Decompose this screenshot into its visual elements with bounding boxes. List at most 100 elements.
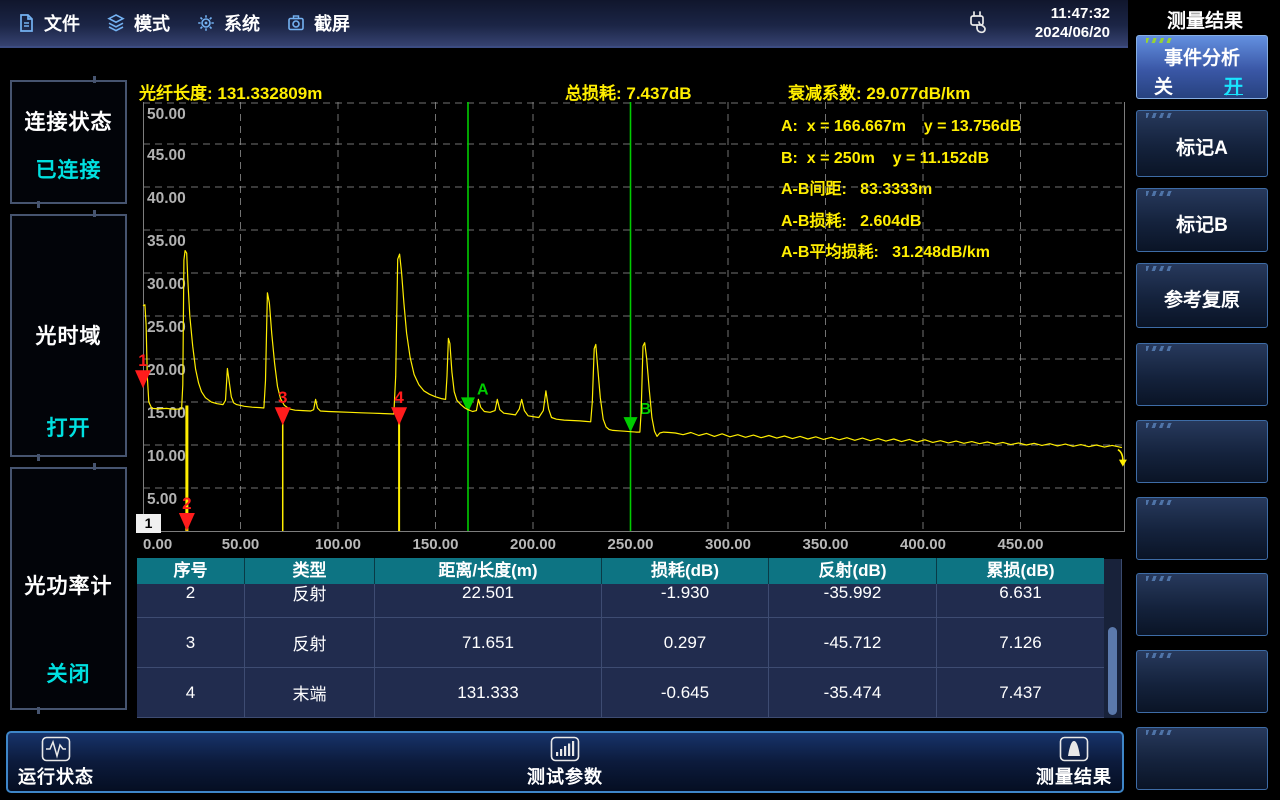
table-row[interactable]: 2反射22.501-1.930-35.9926.631 [137, 584, 1104, 618]
table-cell: 3 [137, 618, 245, 667]
marker-a-button[interactable]: 标记A [1136, 110, 1268, 177]
menu: 文件 模式 系统 截屏 [0, 0, 1128, 46]
table-cell: -35.992 [769, 584, 937, 617]
table-cell: 131.333 [375, 668, 602, 717]
x-tick-label: 300.00 [705, 536, 751, 553]
table-header-cell: 累损(dB) [937, 558, 1104, 584]
table-cell: 末端 [245, 668, 375, 717]
event-marker[interactable] [179, 513, 195, 531]
button-corner-slashes [1146, 500, 1173, 505]
empty-softkey-button[interactable] [1136, 573, 1268, 636]
file-icon [16, 13, 36, 33]
y-tick-label: 5.00 [147, 491, 177, 508]
empty-softkey-button[interactable] [1136, 497, 1268, 560]
event-number: 2 [182, 494, 191, 513]
empty-softkey-button[interactable] [1136, 420, 1268, 483]
bottom-nav-bar: 运行状态 测试参数 测量结果 [6, 731, 1124, 793]
x-tick-label: 250.00 [608, 536, 654, 553]
nav-measure-results[interactable]: 测量结果 [1036, 736, 1112, 789]
table-scrollbar-thumb[interactable] [1108, 627, 1117, 715]
event-analysis-toggle[interactable]: 事件分析 关 开 [1136, 35, 1268, 99]
time: 11:47:32 [1035, 4, 1110, 23]
otdr-module-panel[interactable]: 光时域 打开 [10, 214, 127, 457]
bars-icon [550, 736, 580, 762]
menu-item-screenshot[interactable]: 截屏 [286, 10, 350, 36]
event-marker[interactable] [275, 407, 291, 425]
menu-item-file[interactable]: 文件 [16, 10, 80, 36]
button-corner-slashes [1146, 191, 1173, 196]
menu-item-label: 系统 [224, 10, 260, 36]
reference-restore-button[interactable]: 参考复原 [1136, 263, 1268, 328]
toggle-on-label[interactable]: 开 [1224, 72, 1243, 99]
plug-icon [963, 9, 993, 41]
button-corner-slashes [1146, 113, 1173, 118]
y-tick-label: 20.00 [147, 362, 186, 379]
table-cell: -45.712 [769, 618, 937, 667]
nav-run-status[interactable]: 运行状态 [18, 736, 94, 789]
panel-tick [93, 463, 96, 470]
x-tick-label: 200.00 [510, 536, 556, 553]
event-analysis-label: 事件分析 [1137, 43, 1267, 70]
y-tick-label: 40.00 [147, 190, 186, 207]
button-corner-slashes [1146, 423, 1173, 428]
trace-end-arrow [1118, 450, 1123, 461]
panel-tick [37, 201, 40, 208]
panel-value: 已连接 [12, 154, 125, 184]
panel-tick [37, 454, 40, 461]
table-cell: -1.930 [602, 584, 769, 617]
panel-tick [93, 76, 96, 83]
event-marker[interactable] [135, 370, 151, 388]
fiber-length-readout: 光纤长度: 131.332809m [139, 79, 322, 104]
menu-item-system[interactable]: 系统 [196, 10, 260, 36]
x-tick-label: 450.00 [998, 536, 1044, 553]
x-tick-label: 50.00 [222, 536, 260, 553]
table-cell: 71.651 [375, 618, 602, 667]
toggle-off-label[interactable]: 关 [1154, 72, 1173, 99]
nav-test-params[interactable]: 测试参数 [527, 736, 603, 789]
y-tick-label: 25.00 [147, 319, 186, 336]
menu-item-mode[interactable]: 模式 [106, 10, 170, 36]
button-corner-slashes [1146, 346, 1173, 351]
event-marker[interactable] [391, 407, 407, 425]
otdr-plot[interactable]: 50.0045.0040.0035.0030.0025.0020.0015.00… [143, 102, 1125, 533]
event-number: 3 [278, 388, 287, 407]
empty-softkey-button[interactable] [1136, 727, 1268, 790]
empty-softkey-button[interactable] [1136, 650, 1268, 713]
table-header-cell: 反射(dB) [769, 558, 937, 584]
connection-status-panel[interactable]: 连接状态 已连接 [10, 80, 127, 204]
x-tick-label: 350.00 [803, 536, 849, 553]
nav-label: 测量结果 [1036, 763, 1112, 789]
cursor-b-marker[interactable] [624, 417, 638, 432]
table-row[interactable]: 4末端131.333-0.645-35.4747.437 [137, 668, 1104, 718]
camera-icon [286, 13, 306, 33]
attenuation-readout: 衰减系数: 29.077dB/km [788, 79, 970, 104]
layers-icon [106, 13, 126, 33]
menu-item-label: 截屏 [314, 10, 350, 36]
marker-b-label: 标记B [1137, 210, 1267, 237]
event-number: 1 [138, 351, 147, 370]
button-corner-slashes [1146, 576, 1173, 581]
panel-tick [93, 210, 96, 217]
y-tick-label: 35.00 [147, 233, 186, 250]
y-tick-label: 15.00 [147, 405, 186, 422]
cursor-a-label: A [477, 381, 489, 398]
nav-label: 测试参数 [527, 763, 603, 789]
marker-b-button[interactable]: 标记B [1136, 188, 1268, 252]
peak-icon [1059, 736, 1089, 762]
table-header-cell: 距离/长度(m) [375, 558, 602, 584]
y-tick-label: 30.00 [147, 276, 186, 293]
total-loss-readout: 总损耗: 7.437dB [565, 79, 692, 104]
table-cell: 2 [137, 584, 245, 617]
power-meter-panel[interactable]: 光功率计 关闭 [10, 467, 127, 710]
marker-a-label: 标记A [1137, 133, 1267, 160]
gear-icon [196, 13, 216, 33]
events-table-header: 序号类型距离/长度(m)损耗(dB)反射(dB)累损(dB) [137, 558, 1104, 584]
events-table[interactable]: 2反射22.501-1.930-35.9926.6313反射71.6510.29… [137, 584, 1104, 718]
menu-item-label: 模式 [134, 10, 170, 36]
x-tick-label: 0.00 [143, 536, 172, 553]
table-scrollbar[interactable] [1104, 559, 1122, 718]
empty-softkey-button[interactable] [1136, 343, 1268, 406]
table-row[interactable]: 3反射71.6510.297-45.7127.126 [137, 618, 1104, 668]
y-tick-label: 10.00 [147, 448, 186, 465]
table-cell: 6.631 [937, 584, 1104, 617]
